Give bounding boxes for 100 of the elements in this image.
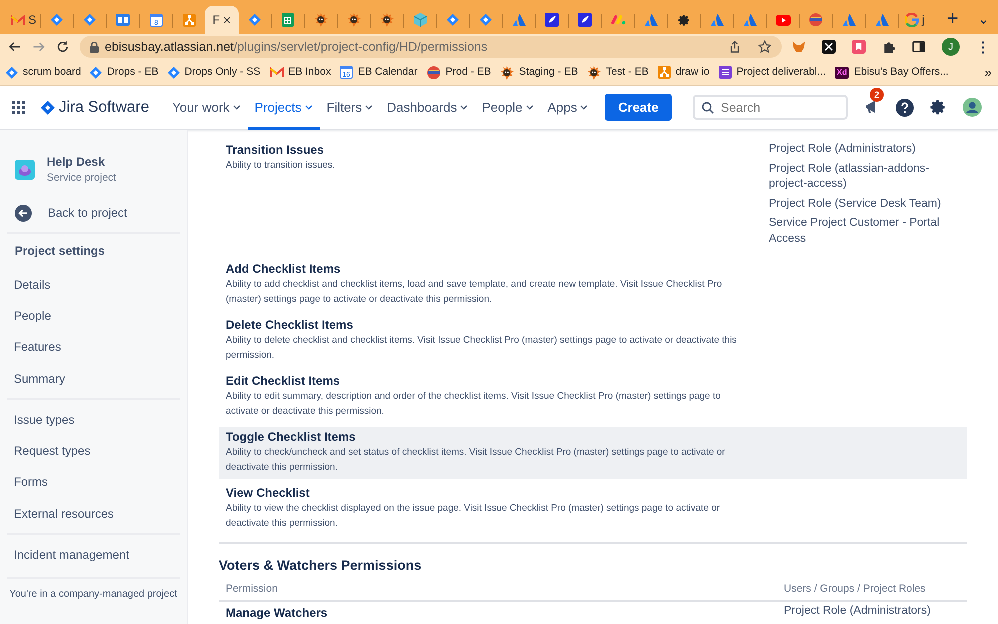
x-square-icon[interactable]	[822, 40, 836, 54]
star-icon[interactable]	[758, 40, 772, 54]
mascot-icon	[587, 66, 602, 80]
sidebar-item[interactable]: External resources	[7, 498, 180, 530]
permission-name: Toggle Checklist Items	[226, 429, 357, 445]
stripes-icon	[610, 15, 626, 25]
permission-description: Ability to transition issues.	[226, 159, 336, 173]
menu-icon[interactable]: ⋮	[976, 36, 990, 58]
permission-name: Add Checklist Items	[226, 261, 342, 277]
list-icon	[718, 66, 732, 79]
back-link[interactable]: Back to project	[7, 198, 180, 228]
chevron-icon	[365, 105, 374, 110]
bookmark-square-icon[interactable]	[852, 40, 866, 54]
sidebar-item[interactable]: Features	[7, 332, 180, 363]
bookmark[interactable]: Test - EB	[587, 64, 649, 80]
close-icon[interactable]: ×	[223, 10, 232, 30]
mountain-icon	[842, 14, 856, 26]
project-avatar-icon	[15, 160, 35, 180]
sidebar-item[interactable]: Issue types	[7, 404, 180, 436]
nav-menu-item[interactable]: Dashboards	[380, 86, 476, 130]
profile-avatar[interactable]: J	[942, 38, 960, 56]
bookmark[interactable]: Xd Ebisu's Bay Offers...	[835, 64, 949, 80]
chevron-icon	[460, 105, 468, 110]
side-panel-icon[interactable]	[912, 40, 926, 54]
diagram-icon	[182, 14, 196, 26]
browser-tab[interactable]: F ×	[205, 6, 239, 34]
role-text: Service Project Customer - Portal Access	[769, 216, 941, 246]
mountain-icon	[876, 14, 888, 26]
nav-menu-item[interactable]: Projects	[248, 86, 320, 130]
diamond-logo-icon	[41, 100, 55, 114]
diamond-icon	[51, 14, 63, 26]
mountain-icon	[644, 14, 658, 26]
avatar-icon[interactable]	[963, 98, 982, 117]
sidebar-item[interactable]: Summary	[7, 362, 180, 394]
bookmark[interactable]: Drops - EB	[90, 64, 159, 80]
diamond-icon	[168, 66, 180, 78]
back-arrow-icon[interactable]	[8, 40, 22, 54]
permission-description: Ability to add checklist and checklist items, load and save template, and create new template. Visit Issue Checklist Pro (master) settings page to activate or deactivate this permission.	[226, 278, 724, 307]
reload-icon[interactable]	[56, 40, 70, 54]
sidebar-item[interactable]: Forms	[7, 466, 180, 498]
sidebar-item[interactable]: Incident management	[7, 539, 180, 571]
cube-icon	[414, 13, 426, 27]
bookmark[interactable]: EB Inbox	[270, 64, 332, 80]
diamond-icon	[84, 14, 96, 26]
puzzle-icon[interactable]	[882, 40, 896, 54]
help-icon[interactable]	[896, 98, 914, 116]
mascot-icon	[500, 66, 514, 80]
permission-description: Ability to delete checklist and checklist items. Visit Issue Checklist Pro (master) settings page to activate or deactivate this permission.	[226, 334, 738, 363]
search-field[interactable]: Search	[693, 95, 848, 120]
fox-icon[interactable]	[792, 40, 806, 54]
bookmark[interactable]: Drops Only - SS	[168, 64, 261, 80]
footer-note: You're in a company-managed project	[8, 588, 178, 602]
permission-name: Manage Watchers	[226, 605, 329, 622]
permission-description: Ability to edit summary, description and order of the checklist items. Visit Issue Checklist Pro (master) settings page to activate or deactivate this permission.	[226, 390, 722, 419]
bookmark[interactable]: draw io	[658, 64, 710, 80]
lock-icon	[90, 42, 99, 52]
more-bookmarks-icon[interactable]: »	[984, 62, 992, 82]
section-title: Voters & Watchers Permissions	[219, 557, 423, 575]
forward-arrow-icon[interactable]	[32, 40, 46, 54]
permission-name: Delete Checklist Items	[226, 317, 354, 333]
create-button[interactable]: Create	[605, 94, 672, 122]
role-text: Project Role (Administrators)	[769, 142, 917, 157]
bookmark[interactable]: Prod - EB	[426, 64, 492, 80]
tab-search-button[interactable]: ⌄	[978, 6, 990, 32]
project-type: Service project	[47, 171, 116, 186]
ring-icon	[905, 13, 920, 27]
bookmark[interactable]: Project deliverabl...	[718, 64, 826, 80]
new-tab-button[interactable]: +	[947, 6, 959, 32]
bookmark[interactable]: Staging - EB	[500, 64, 578, 80]
mail-icon	[270, 67, 284, 78]
diagram-icon	[658, 66, 671, 79]
nav-menu-item[interactable]: Filters	[320, 86, 380, 130]
nav-menu-item[interactable]: People	[475, 86, 541, 130]
browser-tab[interactable]: j	[899, 6, 931, 34]
search-icon	[702, 102, 714, 114]
permission-name: View Checklist	[226, 485, 311, 501]
project-name: Help Desk	[47, 154, 106, 172]
settings-icon[interactable]	[930, 99, 947, 116]
share-icon[interactable]	[728, 40, 742, 54]
mountain-icon	[744, 14, 756, 26]
nav-menu-item[interactable]: Your work	[165, 86, 248, 130]
address-bar[interactable]: ebisusbay.atlassian.net/plugins/servlet/project-config/HD/permissions	[80, 36, 782, 58]
browser-tab[interactable]: S	[8, 6, 40, 34]
column-header: Users / Groups / Project Roles	[784, 582, 926, 598]
role-text: Project Role (Service Desk Team)	[769, 196, 942, 212]
product-name[interactable]: Jira Software	[59, 96, 150, 120]
permission-description: Ability to check/uncheck and set status of checklist items. Visit Issue Checklist Pro (master) settings page to activate or deactivate this permission.	[226, 446, 726, 475]
bookmark[interactable]: scrum board	[6, 64, 82, 80]
gear-icon	[678, 14, 690, 26]
app-switcher-icon[interactable]	[12, 101, 25, 114]
mail-icon	[11, 14, 26, 26]
role-text: Project Role (atlassian-addons-project-access)	[769, 162, 930, 192]
sidebar-item[interactable]: Details	[7, 269, 180, 300]
sidebar-item[interactable]: Request types	[7, 435, 180, 467]
mascot-icon	[347, 13, 361, 27]
permission-name: Edit Checklist Items	[226, 373, 342, 389]
sidebar-heading: Project settings	[14, 243, 106, 260]
mascot-icon	[314, 13, 328, 27]
sidebar-item[interactable]: People	[7, 300, 180, 332]
nav-menu-item[interactable]: Apps	[540, 86, 596, 130]
